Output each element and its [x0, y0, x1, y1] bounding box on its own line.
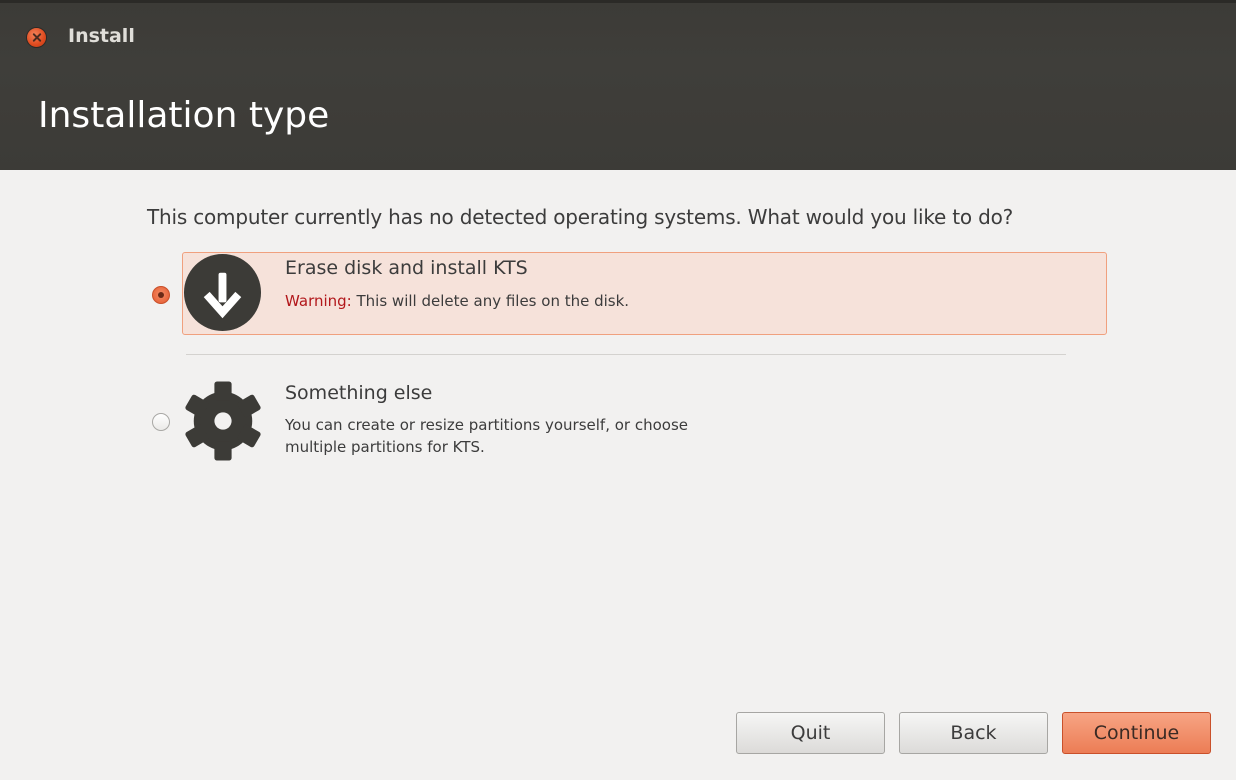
quit-button[interactable]: Quit [736, 712, 885, 754]
warning-text: This will delete any files on the disk. [356, 292, 630, 310]
continue-button[interactable]: Continue [1062, 712, 1211, 754]
erase-disk-radio[interactable] [152, 286, 170, 304]
something-else-line1: You can create or resize partitions your… [285, 416, 689, 434]
erase-disk-title: Erase disk and install KTS [285, 257, 528, 279]
erase-disk-description: Warning: This will delete any files on t… [285, 290, 629, 312]
close-icon[interactable] [27, 28, 46, 47]
gear-icon [185, 381, 261, 461]
download-arrow-icon [183, 253, 262, 332]
something-else-title: Something else [285, 382, 433, 404]
something-else-radio[interactable] [152, 413, 170, 431]
installer-window: Install Installation type This computer … [0, 0, 1236, 780]
window-title: Install [68, 25, 135, 47]
option-separator [186, 354, 1066, 355]
title-bar: Install Installation type [0, 0, 1236, 170]
something-else-line2: multiple partitions for KTS. [285, 438, 485, 456]
back-button[interactable]: Back [899, 712, 1048, 754]
page-title: Installation type [38, 95, 330, 136]
question-text: This computer currently has no detected … [147, 205, 1014, 229]
something-else-description: You can create or resize partitions your… [285, 414, 688, 458]
warning-label: Warning: [285, 292, 352, 310]
